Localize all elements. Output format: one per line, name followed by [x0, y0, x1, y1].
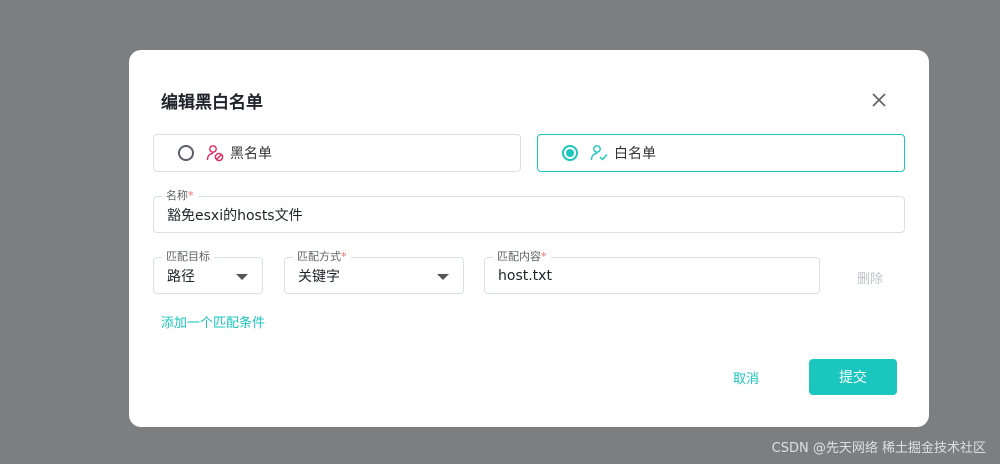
close-icon[interactable]: [869, 90, 889, 110]
blacklist-radio[interactable]: [178, 145, 194, 161]
delete-condition-button[interactable]: 删除: [857, 268, 883, 287]
whitelist-option[interactable]: 白名单: [537, 134, 905, 172]
whitelist-label: 白名单: [614, 146, 656, 162]
user-block-icon: [206, 145, 224, 162]
chevron-down-icon: [236, 274, 248, 280]
edit-list-dialog: 编辑黑白名单 黑名单 白名单 名称* 匹配目标 匹配方式*: [129, 50, 929, 427]
blacklist-option[interactable]: 黑名单: [153, 134, 521, 172]
chevron-down-icon: [437, 274, 449, 280]
cancel-button[interactable]: 取消: [733, 368, 759, 387]
add-condition-link[interactable]: 添加一个匹配条件: [161, 312, 265, 331]
dialog-title: 编辑黑白名单: [161, 93, 263, 113]
user-check-icon: [590, 145, 608, 161]
watermark: CSDN @先天网络 稀土掘金技术社区: [771, 441, 986, 456]
match-target-select[interactable]: 匹配目标: [153, 250, 263, 294]
match-content-field: 匹配内容*: [484, 250, 820, 294]
submit-button[interactable]: 提交: [809, 359, 897, 395]
match-target-value[interactable]: [167, 258, 228, 293]
whitelist-radio[interactable]: [562, 145, 578, 161]
blacklist-label: 黑名单: [230, 146, 272, 162]
match-content-input[interactable]: [498, 258, 785, 293]
match-mode-select[interactable]: 匹配方式*: [284, 250, 464, 294]
name-input[interactable]: [167, 197, 891, 232]
name-field: 名称*: [153, 189, 905, 233]
match-mode-value[interactable]: [298, 258, 429, 293]
